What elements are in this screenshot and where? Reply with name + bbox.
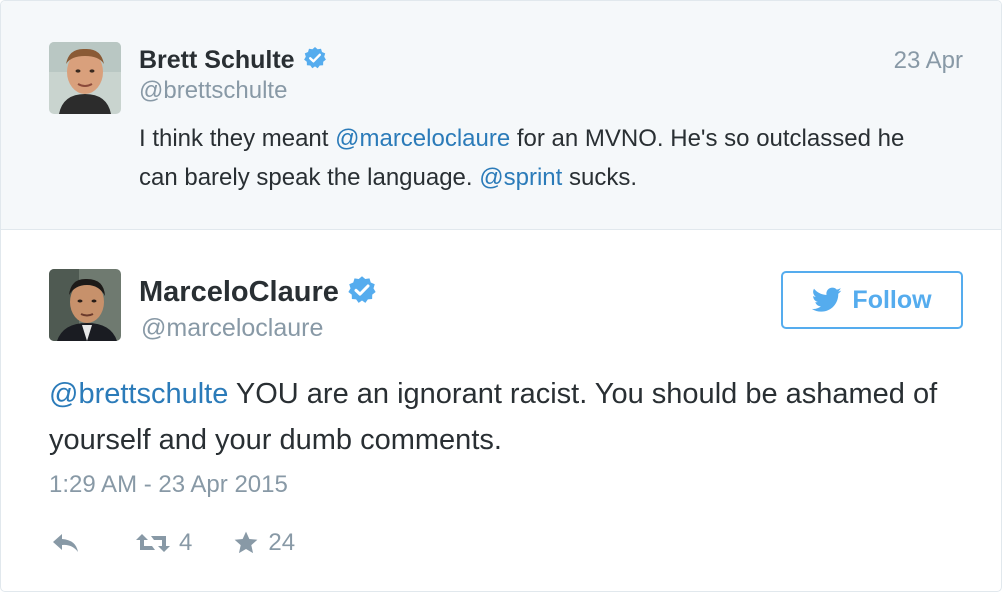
mention-link[interactable]: @sprint bbox=[479, 164, 562, 191]
text-segment: I think they meant bbox=[139, 125, 336, 152]
main-author-row: MarceloClaure bbox=[139, 273, 377, 311]
favorite-count: 24 bbox=[268, 529, 296, 556]
text-segment: sucks. bbox=[562, 164, 637, 191]
avatar-brett-schulte[interactable] bbox=[49, 42, 121, 114]
author-handle[interactable]: @brettschulte bbox=[139, 77, 287, 105]
mention-link[interactable]: @brettschulte bbox=[49, 378, 228, 410]
author-handle[interactable]: @marceloclaure bbox=[141, 314, 323, 343]
author-name[interactable]: MarceloClaure bbox=[139, 276, 339, 309]
reply-button[interactable] bbox=[51, 532, 81, 554]
parent-tweet: Brett Schulte @brettschulte 23 Apr I thi… bbox=[1, 1, 1001, 230]
tweet-actions: 4 24 bbox=[51, 526, 295, 560]
tweet-timestamp[interactable]: 1:29 AM - 23 Apr 2015 bbox=[49, 471, 288, 499]
retweet-count: 4 bbox=[179, 529, 193, 556]
star-icon bbox=[234, 531, 258, 554]
retweet-button[interactable]: 4 bbox=[135, 529, 192, 557]
tweet-date[interactable]: 23 Apr bbox=[894, 47, 963, 75]
tweet-text: I think they meant @marceloclaure for an… bbox=[139, 119, 939, 197]
retweet-icon bbox=[136, 534, 170, 552]
avatar-marcelo-claure[interactable] bbox=[49, 269, 121, 341]
mention-link[interactable]: @marceloclaure bbox=[335, 125, 510, 152]
follow-button-label: Follow bbox=[852, 285, 932, 314]
twitter-bird-icon bbox=[812, 287, 842, 312]
tweet-text: @brettschulte YOU are an ignorant racist… bbox=[49, 371, 949, 463]
parent-author-row: Brett Schulte bbox=[139, 43, 327, 77]
reply-icon bbox=[53, 534, 78, 552]
verified-badge-icon bbox=[303, 46, 327, 75]
favorite-button[interactable]: 24 bbox=[232, 529, 295, 557]
embedded-tweet-card: Brett Schulte @brettschulte 23 Apr I thi… bbox=[0, 0, 1002, 592]
author-name[interactable]: Brett Schulte bbox=[139, 46, 295, 75]
verified-badge-icon bbox=[347, 275, 377, 310]
follow-button[interactable]: Follow bbox=[781, 271, 963, 329]
